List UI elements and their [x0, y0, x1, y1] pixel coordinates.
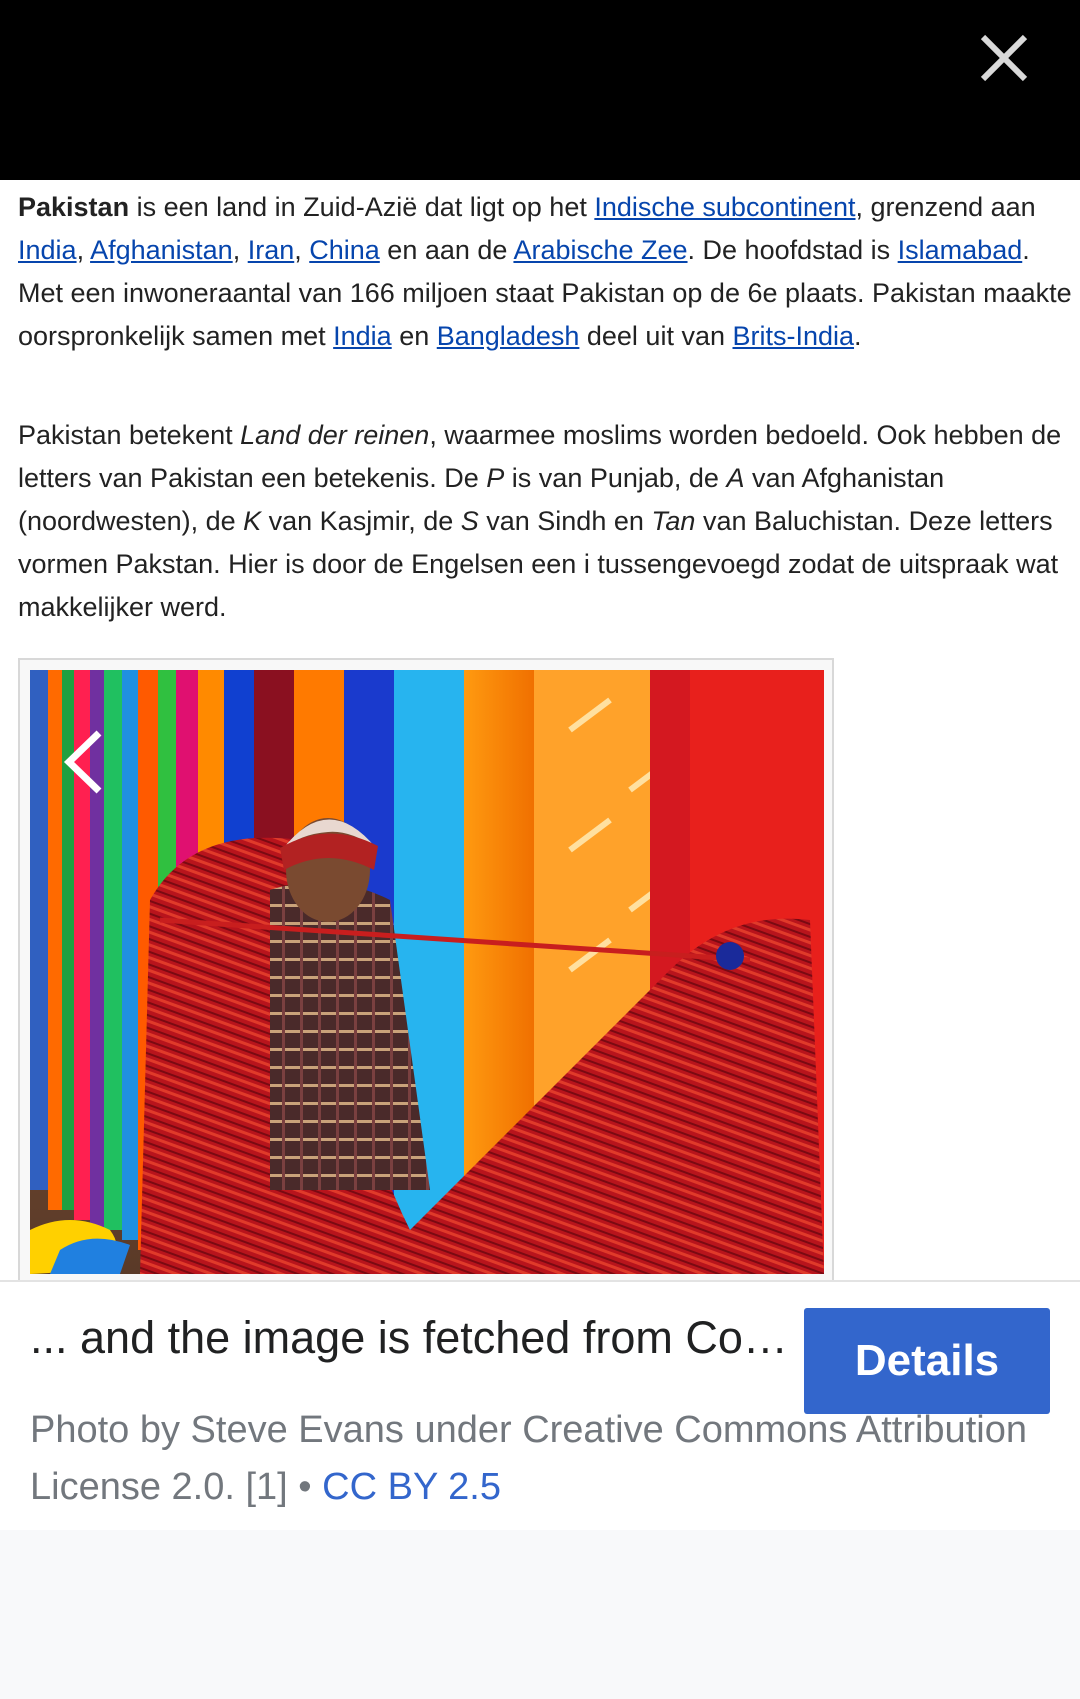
link-arabische-zee[interactable]: Arabische Zee	[513, 235, 687, 265]
textile-photo-graphic	[30, 670, 824, 1274]
top-bar	[0, 0, 1080, 180]
italic-term: A	[726, 463, 745, 493]
attribution-separator: •	[287, 1466, 323, 1508]
italic-term: P	[486, 463, 505, 493]
chevron-left-icon	[63, 730, 102, 794]
link-china[interactable]: China	[309, 235, 380, 265]
image-caption: ... and the image is fetched from Common…	[30, 1312, 800, 1363]
text-span: . De hoofdstad is	[687, 235, 898, 265]
text-span: ,	[232, 235, 248, 265]
text-span: en aan de	[379, 235, 514, 265]
close-button[interactable]	[968, 22, 1040, 94]
media-info-panel: ... and the image is fetched from Common…	[0, 1280, 1080, 1532]
link-india-2[interactable]: India	[333, 321, 392, 351]
text-span: ,	[76, 235, 91, 265]
article-figure[interactable]	[18, 658, 834, 1280]
italic-term: Land der reinen	[240, 420, 430, 450]
link-afghanistan[interactable]: Afghanistan	[90, 235, 233, 265]
next-image-button[interactable]	[944, 722, 1024, 802]
italic-term: Tan	[651, 506, 696, 536]
text-span: ,	[294, 235, 310, 265]
italic-term: S	[460, 506, 479, 536]
link-iran[interactable]: Iran	[248, 235, 295, 265]
close-icon	[980, 34, 1028, 82]
text-span: en	[391, 321, 437, 351]
chevron-right-icon	[966, 730, 1005, 794]
link-india[interactable]: India	[18, 235, 77, 265]
text-span: is een land in Zuid-Azië dat ligt op het	[129, 192, 595, 222]
link-brits-india[interactable]: Brits-India	[732, 321, 854, 351]
text-span: van Sindh en	[478, 506, 652, 536]
bottom-spacer	[0, 1530, 1080, 1699]
details-button[interactable]: Details	[804, 1308, 1050, 1414]
italic-term: K	[243, 506, 262, 536]
text-span: .	[854, 321, 862, 351]
attribution-credit: Photo by Steve Evans under Creative Comm…	[30, 1409, 1027, 1508]
link-islamabad[interactable]: Islamabad	[898, 235, 1023, 265]
license-link[interactable]: CC BY 2.5	[322, 1466, 501, 1508]
previous-image-button[interactable]	[44, 722, 124, 802]
text-span: , grenzend aan	[855, 192, 1036, 222]
article-paragraph-2: Pakistan betekent Land der reinen, waarm…	[18, 414, 1078, 629]
text-span: van Kasjmir, de	[261, 506, 461, 536]
article-title-bold: Pakistan	[18, 192, 130, 222]
article-content[interactable]: Pakistan is een land in Zuid-Azië dat li…	[0, 180, 1080, 1280]
attribution-text: Photo by Steve Evans under Creative Comm…	[30, 1402, 1030, 1516]
article-paragraph-1: Pakistan is een land in Zuid-Azië dat li…	[18, 186, 1078, 358]
link-indische-subcontinent[interactable]: Indische subcontinent	[594, 192, 855, 222]
link-bangladesh[interactable]: Bangladesh	[437, 321, 580, 351]
text-span: deel uit van	[579, 321, 733, 351]
text-span: Pakistan betekent	[18, 420, 241, 450]
textile-photo[interactable]	[30, 670, 824, 1274]
text-span: is van Punjab, de	[504, 463, 727, 493]
